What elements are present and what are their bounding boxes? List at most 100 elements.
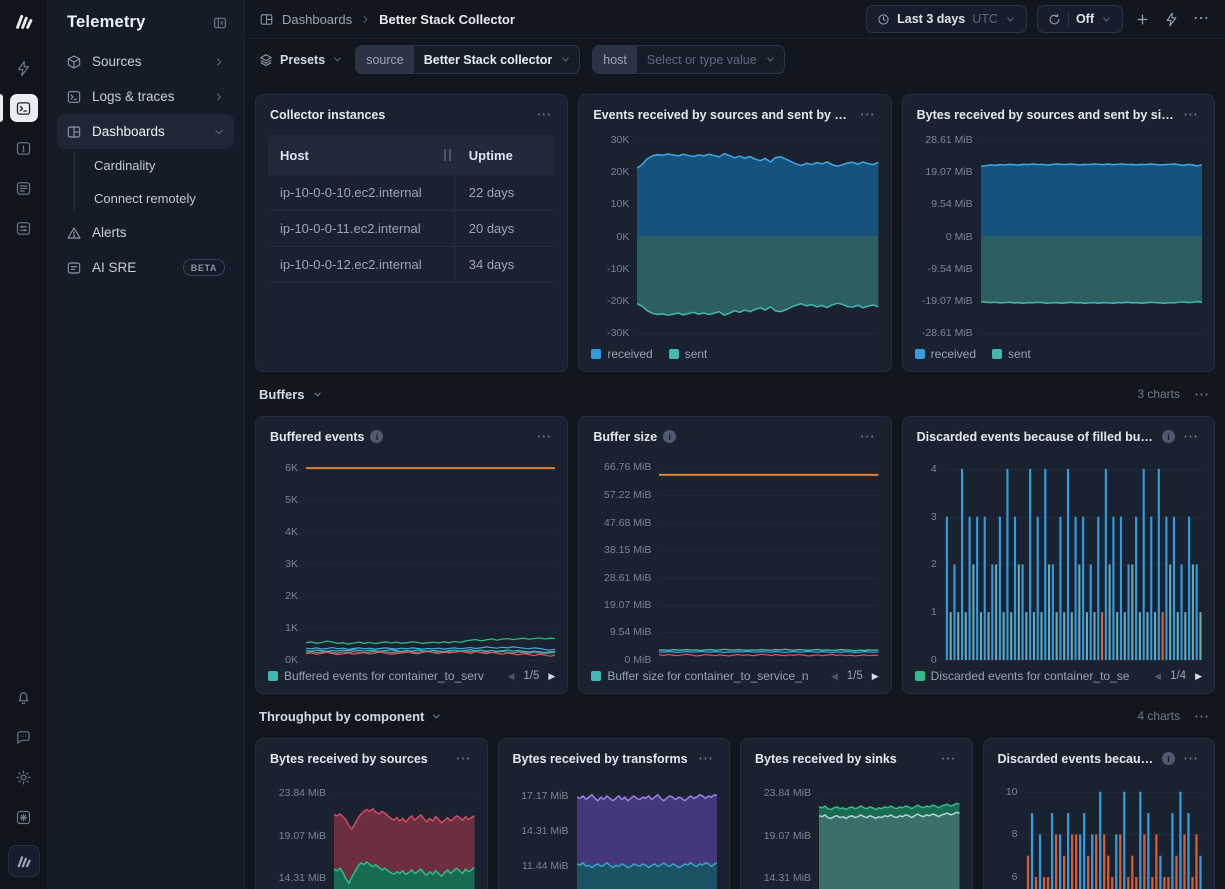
pager-next-button[interactable]: ▶ [1195,671,1202,682]
sidebar-item-alerts[interactable]: Alerts [57,215,234,250]
panel-menu-button[interactable]: ⋯ [1181,751,1200,766]
pager-next-button[interactable]: ▶ [548,671,555,682]
panel-menu-button[interactable]: ⋯ [858,107,877,122]
host-filter-select[interactable]: host Select or type value [592,45,784,74]
presets-button[interactable]: Presets [259,53,343,67]
breadcrumb-root[interactable]: Dashboards [282,12,352,27]
subitem-label: Connect remotely [94,191,196,206]
panel-discarded-filled-buffers: Discarded events because of filled buffe… [902,416,1215,694]
section-title[interactable]: Buffers [259,387,323,402]
section-menu-button[interactable]: ⋯ [1192,709,1211,724]
pager-next-button[interactable]: ▶ [872,671,879,682]
discarded-buffers-chart[interactable]: 43210 [915,457,1202,660]
rail-flash-icon[interactable] [10,54,38,82]
feedback-chat-icon[interactable] [10,723,38,751]
notifications-bell-icon[interactable] [10,683,38,711]
panel-title: Discarded events because of... [998,752,1157,766]
column-header-uptime[interactable]: Uptime [455,148,556,163]
section-chart-count: 3 charts [1137,387,1180,401]
sidebar-item-logs-traces[interactable]: Logs & traces [57,79,234,114]
chevron-down-icon [312,389,323,400]
legend-item[interactable]: Buffered events for container_to_serv [268,669,484,683]
panel-menu-button[interactable]: ⋯ [534,107,553,122]
buffer-size-chart[interactable]: 66.76 MiB57.22 MiB47.68 MiB38.15 MiB28.6… [591,457,878,660]
legend-label: received [931,347,976,361]
host-cell: ip-10-0-0-10.ec2.internal [268,175,455,210]
subitem-label: Cardinality [94,158,155,173]
pill-divider [1068,11,1069,27]
column-resize-handle[interactable] [444,149,451,161]
panel-bytes-transforms: Bytes received by transforms ⋯ 17.17 MiB… [498,738,731,889]
section-label: Buffers [259,387,305,402]
sidebar-item-ai-sre[interactable]: AI SRE BETA [57,250,234,285]
panel-title: Bytes received by sinks [755,752,897,766]
pager-prev-button[interactable]: ◀ [507,671,514,682]
events-chart[interactable]: 30K20K10K0K-10K-20K-30K [591,135,878,338]
legend-swatch [915,671,925,681]
sidebar-item-sources[interactable]: Sources [57,44,234,79]
buffered-events-chart[interactable]: 6K5K4K3K2K1K0K [268,457,555,660]
add-chart-button[interactable] [1133,12,1152,27]
bytes-sources-chart[interactable]: 23.84 MiB19.07 MiB14.31 MiB9.54 MiB4.77 … [268,779,475,889]
bytes-sinks-chart[interactable]: 23.84 MiB19.07 MiB14.31 MiB9.54 MiB4.77 … [753,779,960,889]
panel-menu-button[interactable]: ⋯ [939,751,958,766]
panel-menu-button[interactable]: ⋯ [1181,429,1200,444]
breadcrumb-current: Better Stack Collector [379,12,515,27]
panel-title: Buffer size [593,430,657,444]
sidebar-subitem-cardinality[interactable]: Cardinality [74,149,234,182]
legend-item[interactable]: Discarded events for container_to_se [915,669,1130,683]
app-title: Telemetry [67,13,146,32]
panel-menu-button[interactable]: ⋯ [696,751,715,766]
warning-triangle-icon [66,225,82,241]
auto-refresh-control[interactable]: Off [1037,5,1123,33]
panel-title: Collector instances [270,108,385,122]
sidebar-item-label: AI SRE [92,260,136,275]
rail-alerts-icon[interactable] [10,134,38,162]
pager-page: 1/5 [523,670,539,682]
bytes-transforms-chart[interactable]: 17.17 MiB14.31 MiB11.44 MiB8.58 MiB5.72 … [511,779,718,889]
bytes-chart[interactable]: 28.61 MiB19.07 MiB9.54 MiB0 MiB-9.54 MiB… [915,135,1202,338]
panel-menu-button[interactable]: ⋯ [534,429,553,444]
legend-label: received [607,347,652,361]
legend-item-sent[interactable]: sent [669,347,708,361]
source-filter-select[interactable]: source Better Stack collector [355,45,580,74]
discarded-events-2-chart[interactable]: 1086420 [996,779,1203,889]
panel-menu-button[interactable]: ⋯ [1181,107,1200,122]
chevron-down-icon [332,54,343,65]
main-content: Dashboards Better Stack Collector Last 3… [245,0,1225,889]
apps-grid-icon[interactable] [10,803,38,831]
sidebar-subitem-connect-remotely[interactable]: Connect remotely [74,182,234,215]
theme-sun-icon[interactable] [10,763,38,791]
chevron-down-icon [431,711,442,722]
betterstack-logo-bottom[interactable] [8,845,40,877]
sidebar-item-dashboards[interactable]: Dashboards [57,114,234,149]
icon-rail [0,0,47,889]
legend-item[interactable]: Buffer size for container_to_service_n [591,669,808,683]
info-icon[interactable]: i [1162,752,1175,765]
pager-prev-button[interactable]: ◀ [1154,671,1161,682]
dashboard-menu-button[interactable]: ⋯ [1191,11,1211,27]
rail-docs-icon[interactable] [10,174,38,202]
section-menu-button[interactable]: ⋯ [1192,387,1211,402]
legend-item-received[interactable]: received [915,347,976,361]
sidebar-collapse-icon[interactable] [212,15,228,31]
legend-item-received[interactable]: received [591,347,652,361]
panel-bytes-sources: Bytes received by sources ⋯ 23.84 MiB19.… [255,738,488,889]
section-title[interactable]: Throughput by component [259,709,442,724]
info-icon[interactable]: i [370,430,383,443]
host-filter-placeholder: Select or type value [637,53,765,67]
panel-menu-button[interactable]: ⋯ [454,751,473,766]
info-icon[interactable]: i [663,430,676,443]
rail-settings-icon[interactable] [10,214,38,242]
panel-events-chart: Events received by sources and sent by s… [578,94,891,372]
panel-collector-instances: Collector instances ⋯ Host Uptime ip-10-… [255,94,568,372]
legend-label: Buffered events for container_to_serv [284,669,484,683]
column-header-host[interactable]: Host [268,135,455,175]
legend-item-sent[interactable]: sent [992,347,1031,361]
panel-menu-button[interactable]: ⋯ [858,429,877,444]
rail-logs-icon[interactable] [10,94,38,122]
pager-prev-button[interactable]: ◀ [831,671,838,682]
time-range-button[interactable]: Last 3 days UTC [866,5,1027,33]
quick-actions-bolt-icon[interactable] [1162,12,1181,27]
info-icon[interactable]: i [1162,430,1175,443]
